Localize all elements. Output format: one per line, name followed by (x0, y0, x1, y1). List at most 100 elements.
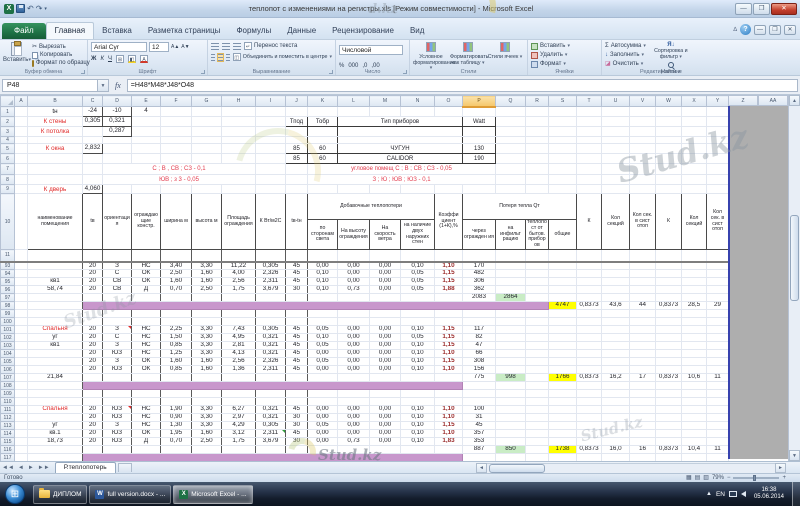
cell[interactable] (526, 107, 549, 117)
cell[interactable] (656, 175, 682, 185)
cell[interactable]: 0,00 (370, 262, 401, 270)
cell[interactable] (496, 334, 526, 342)
scroll-left-icon[interactable]: ◄ (476, 463, 487, 473)
cell[interactable]: 0,00 (308, 406, 338, 414)
ribbon-tab[interactable]: Вид (402, 23, 432, 39)
cell[interactable]: 0,321 (256, 350, 286, 358)
cell[interactable] (682, 398, 707, 406)
row-header[interactable]: 113 (1, 422, 15, 430)
cell[interactable] (656, 185, 682, 194)
cell[interactable]: 0,05 (308, 358, 338, 366)
cell[interactable]: К окна (28, 144, 83, 154)
cell[interactable]: ЮЗ (103, 430, 132, 438)
cell[interactable] (602, 334, 630, 342)
cell[interactable]: 10,4 (682, 446, 707, 454)
cell[interactable]: 85 (286, 154, 308, 164)
cell[interactable] (577, 438, 602, 446)
cell[interactable] (161, 137, 192, 144)
cell[interactable]: К (577, 194, 602, 250)
cell[interactable]: 2,311 (256, 366, 286, 374)
cell[interactable] (707, 390, 729, 398)
cell[interactable]: tв-tн (286, 194, 308, 250)
column-header[interactable]: M (370, 96, 401, 107)
cell[interactable]: 20 (83, 342, 103, 350)
cell[interactable] (526, 270, 549, 278)
cell[interactable] (682, 454, 707, 462)
cell[interactable]: К дверь (28, 185, 83, 194)
cell[interactable] (682, 366, 707, 374)
cell[interactable] (577, 342, 602, 350)
format-cells-button[interactable]: Формат▾ (531, 60, 598, 68)
cell[interactable] (602, 414, 630, 422)
cell[interactable] (549, 454, 577, 462)
cell[interactable] (222, 107, 256, 117)
cell[interactable]: 20 (83, 262, 103, 270)
column-header[interactable]: E (132, 96, 161, 107)
cell[interactable] (222, 374, 256, 382)
cell[interactable] (577, 398, 602, 406)
cell[interactable] (83, 137, 103, 144)
cell[interactable] (707, 350, 729, 358)
cell[interactable] (83, 310, 103, 318)
cell[interactable] (132, 127, 161, 137)
cell[interactable] (630, 250, 656, 262)
cell[interactable] (549, 117, 577, 127)
cell[interactable] (496, 250, 526, 262)
cell[interactable]: 20 (83, 334, 103, 342)
cell[interactable] (463, 454, 496, 462)
cell[interactable] (286, 127, 308, 137)
cell[interactable] (682, 164, 707, 175)
cell[interactable] (192, 127, 222, 137)
cell[interactable] (682, 438, 707, 446)
cell[interactable]: 1,15 (435, 270, 463, 278)
cell[interactable] (132, 117, 161, 127)
cell[interactable]: 20 (83, 358, 103, 366)
cell[interactable] (602, 454, 630, 462)
cell[interactable] (308, 390, 338, 398)
cell[interactable]: 11 (707, 374, 729, 382)
cell[interactable] (83, 446, 103, 454)
column-header[interactable]: J (286, 96, 308, 107)
paste-button[interactable]: Вставить▾ (3, 42, 29, 63)
cell[interactable] (338, 137, 463, 144)
cell[interactable] (15, 326, 28, 334)
cell[interactable]: 0,10 (401, 366, 435, 374)
cell[interactable] (549, 127, 577, 137)
cell[interactable] (161, 185, 192, 194)
cell[interactable] (707, 318, 729, 326)
cell[interactable] (577, 414, 602, 422)
cell[interactable]: 0,10 (401, 326, 435, 334)
cell[interactable]: 0,05 (308, 326, 338, 334)
cell[interactable] (222, 446, 256, 454)
cell[interactable] (15, 294, 28, 302)
row-header[interactable]: 1 (1, 107, 15, 117)
cell[interactable]: СВ (103, 286, 132, 294)
cell[interactable] (549, 382, 577, 390)
cell[interactable] (161, 446, 192, 454)
row-header[interactable]: 116 (1, 446, 15, 454)
row-header[interactable]: 117 (1, 454, 15, 462)
cell[interactable] (682, 144, 707, 154)
cell[interactable] (338, 390, 370, 398)
row-header[interactable]: 9 (1, 185, 15, 194)
cell[interactable] (338, 107, 370, 117)
cell[interactable]: 0,73 (338, 286, 370, 294)
cell[interactable] (707, 342, 729, 350)
cell[interactable] (83, 250, 103, 262)
cell[interactable]: 170 (463, 262, 496, 270)
cell[interactable]: наименование помещения (28, 194, 83, 250)
cell[interactable] (526, 438, 549, 446)
cell[interactable] (707, 310, 729, 318)
cell[interactable]: 3,30 (192, 342, 222, 350)
cell[interactable] (602, 398, 630, 406)
cell[interactable] (656, 278, 682, 286)
cell[interactable] (463, 382, 496, 390)
cell[interactable] (15, 175, 28, 185)
cell[interactable] (256, 127, 286, 137)
cell[interactable] (222, 398, 256, 406)
sort-filter-button[interactable]: Я↓Сортировка и фильтр ▾ (649, 42, 693, 61)
cell[interactable] (682, 310, 707, 318)
name-box[interactable]: P48 (2, 79, 98, 92)
cell[interactable] (630, 144, 656, 154)
cell[interactable] (161, 390, 192, 398)
